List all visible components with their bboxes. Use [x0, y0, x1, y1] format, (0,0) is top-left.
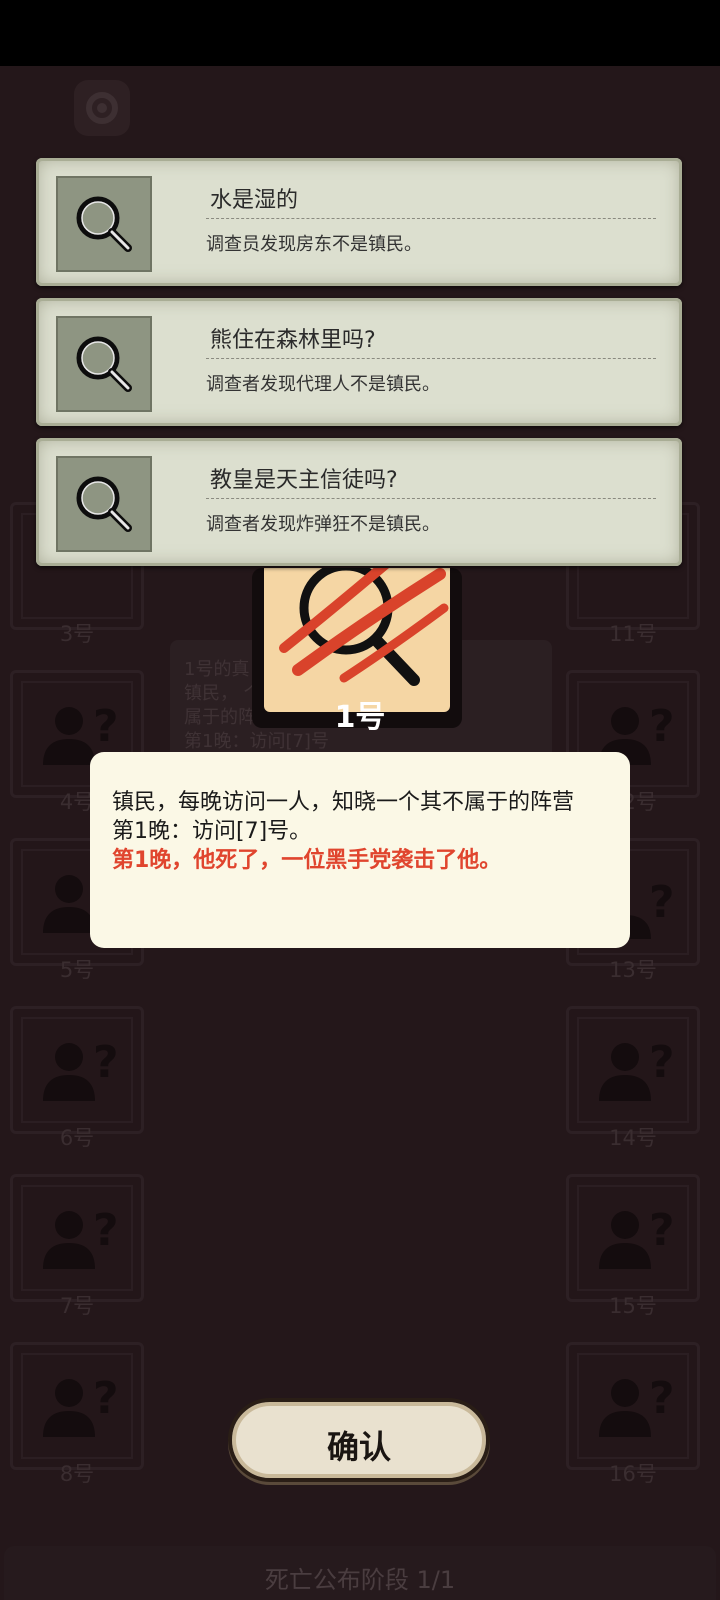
svg-text:?: ? [93, 1037, 119, 1088]
magnifier-icon [76, 196, 132, 252]
player-slot-label: 16号 [609, 1462, 657, 1486]
magnifier-icon [76, 476, 132, 532]
notification-banner: 教皇是天主信徒吗? 调查者发现炸弹狂不是镇民。 [36, 438, 682, 566]
player-slot-label: 3号 [59, 622, 95, 646]
unknown-player-icon: ? [43, 1373, 119, 1437]
player-slot-label: 14号 [609, 1126, 657, 1150]
player-slot-15[interactable]: ? [566, 1174, 700, 1302]
player-slot-16[interactable]: ? [566, 1342, 700, 1470]
death-message: 第1晚，他死了，一位黑手党袭击了他。 [112, 848, 502, 873]
player-slot-8[interactable]: ? [10, 1342, 144, 1470]
unknown-player-icon: ? [43, 1205, 119, 1269]
player-slot-label: 13号 [609, 958, 657, 982]
notification-banner: 熊住在森林里吗? 调查者发现代理人不是镇民。 [36, 298, 682, 426]
notification-subtitle: 调查者发现炸弹狂不是镇民。 [206, 514, 440, 535]
notification-title: 教皇是天主信徒吗? [210, 468, 398, 493]
svg-text:?: ? [649, 1205, 675, 1256]
svg-text:?: ? [93, 1205, 119, 1256]
night-action-log: 第1晚：访问[7]号。 [112, 819, 312, 844]
svg-text:?: ? [649, 877, 675, 928]
settings-button[interactable] [74, 80, 130, 136]
svg-text:?: ? [93, 1373, 119, 1424]
phase-bar: 死亡公布阶段 1/1 [4, 1546, 716, 1600]
player-slot-label: 15号 [609, 1294, 657, 1318]
magnifier-icon [76, 336, 132, 392]
confirm-button[interactable]: 确认 [228, 1398, 490, 1482]
confirm-button-label: 确认 [326, 1428, 391, 1466]
unknown-player-icon: ? [599, 1205, 675, 1269]
role-card-number: 1号 [334, 700, 386, 735]
role-info-popup: 镇民，每晚访问一人，知晓一个其不属于的阵营 第1晚：访问[7]号。 第1晚，他死… [90, 752, 630, 948]
notification-title: 熊住在森林里吗? [210, 328, 376, 353]
magnifier-with-claw-icon [279, 568, 449, 686]
player-slot-label: 6号 [59, 1126, 95, 1150]
status-bar [0, 0, 720, 66]
notification-subtitle: 调查员发现房东不是镇民。 [206, 234, 422, 255]
notification-icon-box [56, 176, 152, 272]
notification-banner: 水是湿的 调查员发现房东不是镇民。 [36, 158, 682, 286]
svg-text:?: ? [649, 1373, 675, 1424]
unknown-player-icon: ? [599, 1037, 675, 1101]
divider [206, 498, 656, 499]
phase-text: 死亡公布阶段 1/1 [264, 1566, 456, 1594]
unknown-player-icon: ? [599, 1373, 675, 1437]
player-slot-label: 8号 [59, 1462, 95, 1486]
player-slot-6[interactable]: ? [10, 1006, 144, 1134]
role-description: 镇民，每晚访问一人，知晓一个其不属于的阵营 [112, 790, 575, 815]
player-slot-label: 5号 [59, 958, 95, 982]
gear-icon [86, 92, 118, 124]
svg-text:?: ? [649, 1037, 675, 1088]
unknown-player-icon: ? [43, 1037, 119, 1101]
player-slot-label: 11号 [609, 622, 657, 646]
player-slot-14[interactable]: ? [566, 1006, 700, 1134]
divider [206, 218, 656, 219]
notification-subtitle: 调查者发现代理人不是镇民。 [206, 374, 440, 395]
notification-icon-box [56, 316, 152, 412]
divider [206, 358, 656, 359]
player-slot-label: 7号 [59, 1294, 95, 1318]
notification-icon-box [56, 456, 152, 552]
player-slot-7[interactable]: ? [10, 1174, 144, 1302]
notification-title: 水是湿的 [210, 188, 299, 213]
